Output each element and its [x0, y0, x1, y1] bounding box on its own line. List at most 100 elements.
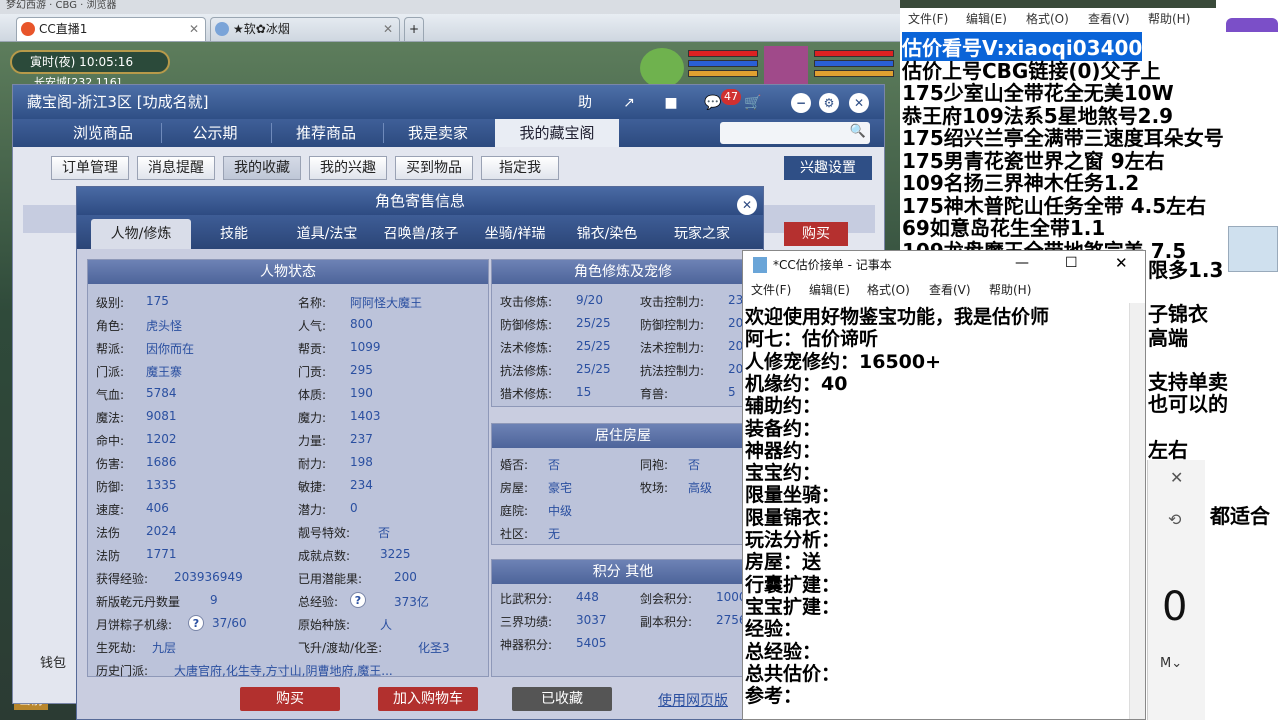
buy-button-list[interactable]: 购买 — [784, 222, 848, 246]
stat-label: 命中: — [96, 434, 125, 448]
memory-button[interactable]: M⌄ — [1160, 656, 1182, 671]
subtab-purchased[interactable]: 买到物品 — [395, 156, 473, 180]
stat-label: 伤害: — [96, 457, 125, 471]
side-widget-icon[interactable] — [1228, 226, 1278, 272]
player-anger-bar — [814, 70, 894, 77]
stat-value: 190 — [350, 386, 373, 400]
share-icon[interactable]: ↗ — [619, 93, 639, 113]
menu-format[interactable]: 格式(O) — [1026, 8, 1069, 30]
web-version-link[interactable]: 使用网页版 — [658, 690, 728, 710]
help-icon[interactable]: ? — [350, 592, 366, 608]
tab-home[interactable]: 玩家之家 — [655, 219, 749, 249]
menu-edit[interactable]: 编辑(E) — [966, 8, 1007, 30]
stat-value: 1202 — [146, 432, 177, 446]
stat-label: 魔法: — [96, 411, 125, 425]
tab-browse[interactable]: 浏览商品 — [49, 119, 157, 147]
cult-value: 20 — [728, 362, 744, 376]
tab-outfits[interactable]: 锦衣/染色 — [563, 219, 651, 249]
cbg-nav-bar: 浏览商品 公示期 推荐商品 我是卖家 我的藏宝阁 🔍 — [13, 119, 884, 147]
status-panel: 人物状态 级别: 175 角色: 虎头怪 帮派: 因你而在 门派: 魔王寨 气血: 5784 魔法:… — [87, 259, 489, 678]
stat-label: 月饼粽子机缘: — [96, 618, 173, 632]
stat-value: 人 — [380, 618, 393, 632]
tab-items[interactable]: 道具/法宝 — [281, 219, 373, 249]
stat-value: 因你而在 — [146, 342, 195, 356]
tab-skills[interactable]: 技能 — [193, 219, 275, 249]
subtab-assigned[interactable]: 指定我 — [481, 156, 559, 180]
new-tab-button[interactable]: + — [404, 17, 424, 41]
stat-value: 1099 — [350, 340, 381, 354]
cult-value: 9/20 — [576, 293, 603, 307]
subtab-favorites[interactable]: 我的收藏 — [223, 156, 301, 180]
gear-icon[interactable]: ⚙ — [819, 93, 839, 113]
menu-view[interactable]: 查看(V) — [929, 279, 971, 301]
tab-public[interactable]: 公示期 — [161, 119, 269, 147]
browser-tab-bar: CC直播1 ✕ ★软✿冰烟 ✕ + — [0, 14, 900, 42]
maximize-icon[interactable]: ☐ — [1065, 255, 1078, 271]
interest-settings-button[interactable]: 兴趣设置 — [784, 156, 872, 180]
stat-label: 生死劫: — [96, 641, 137, 655]
player-mp-bar — [814, 60, 894, 67]
pet-portrait-icon[interactable] — [640, 48, 684, 88]
buy-button[interactable]: 购买 — [240, 687, 340, 711]
close-icon[interactable]: ✕ — [189, 18, 199, 40]
timer-widget: ✕ ⟲ 0 M⌄ — [1147, 460, 1205, 720]
menu-file[interactable]: 文件(F) — [751, 279, 791, 301]
search-icon[interactable]: 🔍 — [850, 124, 866, 139]
tab-character[interactable]: 人物/修炼 — [91, 219, 191, 249]
character-portrait-icon[interactable] — [764, 46, 808, 88]
close-icon[interactable]: ✕ — [1115, 254, 1128, 272]
menu-view[interactable]: 查看(V) — [1088, 8, 1130, 30]
stop-icon[interactable]: ■ — [661, 93, 681, 113]
history-icon[interactable]: ⟲ — [1168, 510, 1181, 529]
minimize-icon[interactable]: − — [791, 93, 811, 113]
points-header: 积分 其他 — [492, 560, 754, 584]
subtab-interests[interactable]: 我的兴趣 — [309, 156, 387, 180]
close-icon[interactable]: ✕ — [1170, 468, 1183, 487]
subtab-orders[interactable]: 订单管理 — [51, 156, 129, 180]
minimize-icon[interactable]: — — [1015, 255, 1029, 271]
help-icon[interactable]: ? — [188, 615, 204, 631]
subtab-messages[interactable]: 消息提醒 — [137, 156, 215, 180]
stat-value: 化圣3 — [418, 641, 450, 655]
scrollbar[interactable] — [1129, 303, 1145, 719]
house-value: 高级 — [688, 481, 713, 495]
add-to-cart-button[interactable]: 加入购物车 — [378, 687, 478, 711]
cult-label: 抗法修炼: — [500, 364, 553, 378]
help-icon[interactable]: 助 — [575, 93, 595, 113]
menu-help[interactable]: 帮助(H) — [989, 279, 1031, 301]
points-value: 448 — [576, 590, 599, 604]
close-icon[interactable]: ✕ — [849, 93, 869, 113]
stat-label: 法伤 — [96, 526, 121, 540]
tab-label: CC直播1 — [39, 22, 88, 36]
menu-file[interactable]: 文件(F) — [908, 8, 948, 30]
stat-value: 9081 — [146, 409, 177, 423]
browser-tab-cc-live[interactable]: CC直播1 ✕ — [16, 17, 206, 41]
menu-help[interactable]: 帮助(H) — [1148, 8, 1190, 30]
tab-my-cbg[interactable]: 我的藏宝阁 — [495, 119, 619, 147]
close-icon[interactable]: ✕ — [737, 195, 757, 215]
browser-tab-ice-smoke[interactable]: ★软✿冰烟 ✕ — [210, 17, 400, 41]
tab-mounts[interactable]: 坐骑/祥瑞 — [471, 219, 559, 249]
collected-button[interactable]: 已收藏 — [512, 687, 612, 711]
close-icon[interactable]: ✕ — [383, 18, 393, 40]
stat-value: 0 — [350, 501, 358, 515]
cult-value: 23 — [728, 293, 744, 307]
notepad-title: *CC估价接单 - 记事本 — [743, 251, 1145, 279]
stat-value: 198 — [350, 455, 373, 469]
notepad-menu-bar: 文件(F) 编辑(E) 格式(O) 查看(V) 帮助(H) — [900, 8, 1216, 32]
cart-icon[interactable]: 🛒 — [743, 93, 763, 113]
stat-label: 名称: — [298, 296, 327, 310]
search-input[interactable]: 🔍 — [720, 122, 870, 144]
menu-format[interactable]: 格式(O) — [867, 279, 910, 301]
stat-value: 3225 — [380, 547, 411, 561]
stat-label: 魔力: — [298, 411, 327, 425]
tab-pets[interactable]: 召唤兽/孩子 — [375, 219, 467, 249]
stat-label: 已用潜能果: — [298, 572, 363, 586]
tab-seller[interactable]: 我是卖家 — [383, 119, 493, 147]
cultivation-header: 角色修炼及宠修 — [492, 260, 754, 284]
tab-recommended[interactable]: 推荐商品 — [271, 119, 381, 147]
browser-logo-icon — [21, 22, 35, 36]
house-value: 无 — [548, 527, 561, 541]
chat-icon[interactable]: 💬 — [703, 93, 723, 113]
menu-edit[interactable]: 编辑(E) — [809, 279, 850, 301]
